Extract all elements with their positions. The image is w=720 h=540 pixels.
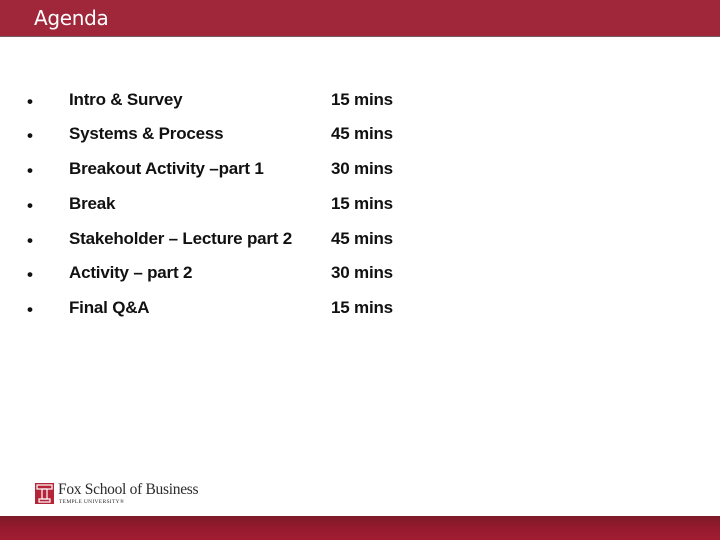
agenda-item-label: Final Q&A — [69, 298, 150, 317]
agenda-item-label: Breakout Activity –part 1 — [69, 159, 264, 178]
agenda-item-duration: 15 mins — [331, 90, 393, 109]
bullet-icon: • — [27, 126, 33, 145]
bullet-icon: • — [27, 161, 33, 180]
agenda-item: • Breakout Activity –part 1 30 mins — [0, 159, 720, 189]
school-name: Fox School of Business — [58, 481, 199, 498]
agenda-item-duration: 30 mins — [331, 263, 393, 282]
agenda-item-duration: 45 mins — [331, 229, 393, 248]
agenda-item: • Break 15 mins — [0, 194, 720, 224]
bullet-icon: • — [27, 196, 33, 215]
title-bar: Agenda — [0, 0, 720, 37]
agenda-item-label: Stakeholder – Lecture part 2 — [69, 229, 293, 248]
agenda-item: • Systems & Process 45 mins — [0, 124, 720, 154]
university-name: TEMPLE UNIVERSITY® — [59, 499, 125, 505]
temple-t-icon — [35, 483, 54, 504]
agenda-item-label: Break — [69, 194, 116, 213]
agenda-item-label: Activity – part 2 — [69, 263, 193, 282]
agenda-item-duration: 45 mins — [331, 124, 393, 143]
bullet-icon: • — [27, 92, 33, 111]
bullet-icon: • — [27, 231, 33, 250]
bullet-icon: • — [27, 300, 33, 319]
fox-school-logo: Fox School of Business TEMPLE UNIVERSITY… — [35, 481, 215, 509]
agenda-item-label: Systems & Process — [69, 124, 224, 143]
agenda-item: • Stakeholder – Lecture part 2 45 mins — [0, 229, 720, 259]
bullet-icon: • — [27, 265, 33, 284]
slide-title: Agenda — [34, 6, 109, 30]
agenda-item-duration: 15 mins — [331, 298, 393, 317]
agenda-item-label: Intro & Survey — [69, 90, 183, 109]
agenda-item-duration: 30 mins — [331, 159, 393, 178]
agenda-item-duration: 15 mins — [331, 194, 393, 213]
agenda-item: • Activity – part 2 30 mins — [0, 263, 720, 293]
footer-bar — [0, 516, 720, 540]
agenda-item: • Final Q&A 15 mins — [0, 298, 720, 328]
agenda-item: • Intro & Survey 15 mins — [0, 90, 720, 120]
